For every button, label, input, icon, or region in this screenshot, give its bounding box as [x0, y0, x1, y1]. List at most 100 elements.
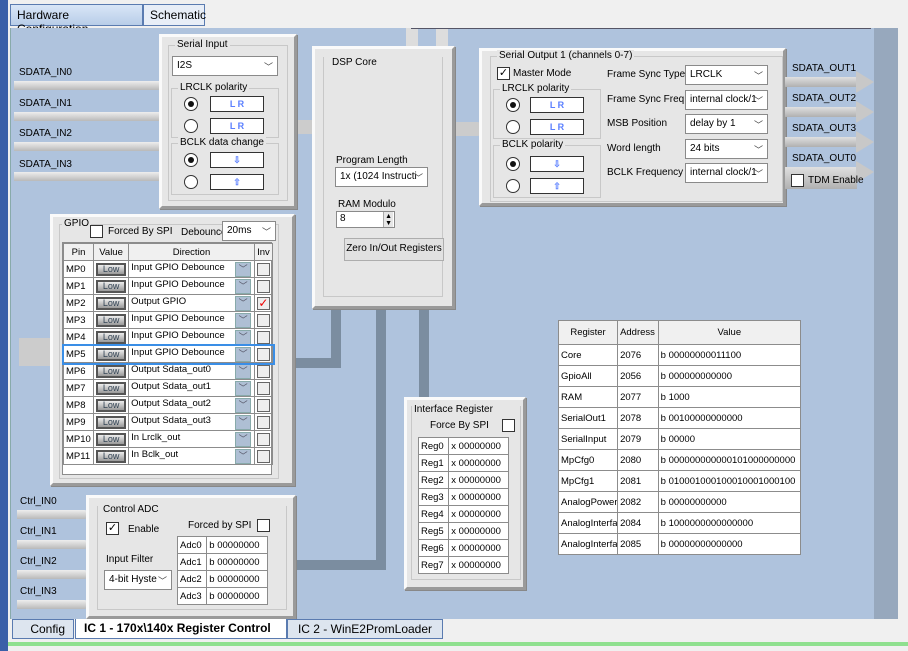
chevron-down-icon[interactable]: ﹀: [235, 329, 252, 345]
ctrl-input-bar[interactable]: [17, 510, 89, 519]
bclk-radio-falling[interactable]: [184, 153, 198, 167]
force-by-spi-checkbox[interactable]: [502, 419, 515, 432]
lrclk-radio-normal[interactable]: [506, 98, 520, 112]
inv-checkbox[interactable]: [256, 432, 270, 446]
pin-cell: MP3: [63, 311, 94, 329]
inv-checkbox[interactable]: [256, 381, 270, 395]
direction-select[interactable]: Input GPIO Debounce ﹀: [128, 311, 255, 329]
inv-checkbox[interactable]: [256, 398, 270, 412]
chevron-down-icon[interactable]: ﹀: [235, 346, 252, 362]
debounce-label: Debounce: [181, 227, 227, 238]
input-filter-select[interactable]: 4-bit Hyste ﹀: [104, 570, 172, 590]
output-bar[interactable]: [785, 77, 857, 87]
value-toggle-button[interactable]: Low: [96, 330, 127, 344]
direction-select[interactable]: Input GPIO Debounce ﹀: [128, 277, 255, 295]
inv-checkbox[interactable]: [256, 347, 270, 361]
tab-schematic[interactable]: Schematic: [143, 4, 206, 26]
tab-ic2-wine2promloader[interactable]: IC 2 - WinE2PromLoader: [287, 619, 443, 639]
value-toggle-button[interactable]: Low: [96, 432, 127, 446]
bclk-radio-rising[interactable]: [506, 179, 520, 193]
direction-select[interactable]: Input GPIO Debounce ﹀: [128, 328, 255, 346]
output-label: SDATA_OUT0: [792, 153, 857, 164]
forced-by-spi-label: Forced By SPI: [108, 226, 173, 237]
chevron-down-icon[interactable]: ﹀: [235, 414, 252, 430]
direction-select[interactable]: In Lrclk_out ﹀: [128, 430, 255, 448]
field-select[interactable]: internal clock/1 ﹀: [685, 89, 768, 110]
chevron-down-icon[interactable]: ﹀: [235, 397, 252, 413]
chevron-down-icon[interactable]: ﹀: [235, 295, 252, 311]
gpio-row: MP7 Low Output Sdata_out1 ﹀: [63, 379, 274, 397]
value-toggle-button[interactable]: Low: [96, 279, 127, 293]
input-bar[interactable]: [14, 112, 164, 121]
input-bar[interactable]: [14, 172, 164, 181]
tab-hardware-configuration[interactable]: Hardware Configuration: [10, 4, 143, 36]
direction-select[interactable]: Input GPIO Debounce ﹀: [128, 345, 255, 363]
chevron-down-icon[interactable]: ﹀: [235, 431, 252, 447]
program-length-select[interactable]: 1x (1024 Instructi ﹀: [335, 167, 428, 187]
tdm-enable-checkbox[interactable]: [791, 174, 804, 187]
direction-select[interactable]: Output GPIO ﹀: [128, 294, 255, 312]
chevron-down-icon[interactable]: ﹀: [235, 363, 252, 379]
ctrl-input-bar[interactable]: [17, 570, 89, 579]
direction-value: Output Sdata_out0: [131, 363, 211, 375]
chevron-down-icon[interactable]: ﹀: [235, 312, 252, 328]
field-select[interactable]: 24 bits ﹀: [685, 138, 768, 159]
field-select[interactable]: LRCLK ﹀: [685, 65, 768, 85]
inv-checkbox[interactable]: [256, 449, 270, 463]
value-toggle-button[interactable]: Low: [96, 262, 127, 276]
inv-checkbox[interactable]: [256, 415, 270, 429]
field-select[interactable]: delay by 1 ﹀: [685, 114, 768, 134]
direction-select[interactable]: Output Sdata_out0 ﹀: [128, 362, 255, 380]
value-toggle-button[interactable]: Low: [96, 381, 127, 395]
serial-mode-select[interactable]: I2S ﹀: [172, 56, 278, 76]
inv-checkbox[interactable]: [256, 313, 270, 327]
lrclk-radio-inverted[interactable]: [184, 119, 198, 133]
value-toggle-button[interactable]: Low: [96, 449, 127, 463]
debounce-select[interactable]: 20ms ﹀: [222, 221, 276, 241]
forced-by-spi-checkbox[interactable]: [90, 225, 103, 238]
register-row-cell: b 00000000000: [657, 491, 802, 513]
register-row-cell: b 00000: [657, 428, 802, 450]
inv-checkbox[interactable]: ✓: [256, 296, 270, 310]
chevron-down-icon[interactable]: ﹀: [235, 261, 252, 277]
output-bar[interactable]: [785, 107, 857, 117]
ctrl-input-bar[interactable]: [17, 600, 89, 609]
adc-enable-checkbox[interactable]: ✓: [106, 522, 119, 535]
lrclk-radio-inverted[interactable]: [506, 120, 520, 134]
inv-checkbox[interactable]: [256, 279, 270, 293]
value-toggle-button[interactable]: Low: [96, 364, 127, 378]
bclk-radio-rising[interactable]: [184, 175, 198, 189]
value-toggle-button[interactable]: Low: [96, 398, 127, 412]
direction-select[interactable]: Input GPIO Debounce ﹀: [128, 260, 255, 278]
inv-checkbox[interactable]: [256, 262, 270, 276]
value-toggle-button[interactable]: Low: [96, 313, 127, 327]
chevron-down-icon[interactable]: ﹀: [235, 380, 252, 396]
input-bar[interactable]: [14, 142, 164, 151]
direction-select[interactable]: Output Sdata_out3 ﹀: [128, 413, 255, 431]
bclk-radio-falling[interactable]: [506, 157, 520, 171]
tab-ic1-register-control[interactable]: IC 1 - 170x\140x Register Control: [75, 619, 287, 639]
inv-checkbox[interactable]: [256, 364, 270, 378]
output-bar[interactable]: [785, 137, 857, 147]
value-toggle-button[interactable]: Low: [96, 415, 127, 429]
spinner-arrows-icon[interactable]: ▲ ▼: [383, 212, 393, 227]
ctrl-input-bar[interactable]: [17, 540, 89, 549]
direction-select[interactable]: Output Sdata_out2 ﹀: [128, 396, 255, 414]
value-toggle-button[interactable]: Low: [96, 296, 127, 310]
chevron-down-icon[interactable]: ﹀: [235, 278, 252, 294]
master-mode-checkbox[interactable]: ✓: [497, 67, 510, 80]
ram-modulo-stepper[interactable]: 8 ▲ ▼: [336, 211, 395, 228]
gpio-row: MP2 Low Output GPIO ﹀ ✓: [63, 294, 274, 312]
adc-forced-checkbox[interactable]: [257, 519, 270, 532]
direction-select[interactable]: Output Sdata_out1 ﹀: [128, 379, 255, 397]
zero-registers-button[interactable]: Zero In/Out Registers: [344, 238, 444, 261]
register-row-cell: SerialOut1: [557, 407, 619, 429]
lrclk-radio-normal[interactable]: [184, 97, 198, 111]
inv-checkbox[interactable]: [256, 330, 270, 344]
input-bar[interactable]: [14, 81, 164, 90]
value-toggle-button[interactable]: Low: [96, 347, 127, 361]
direction-select[interactable]: In Bclk_out ﹀: [128, 447, 255, 465]
tab-config[interactable]: Config: [12, 619, 74, 639]
field-select[interactable]: internal clock/1 ﹀: [685, 163, 768, 183]
chevron-down-icon[interactable]: ﹀: [235, 448, 252, 464]
